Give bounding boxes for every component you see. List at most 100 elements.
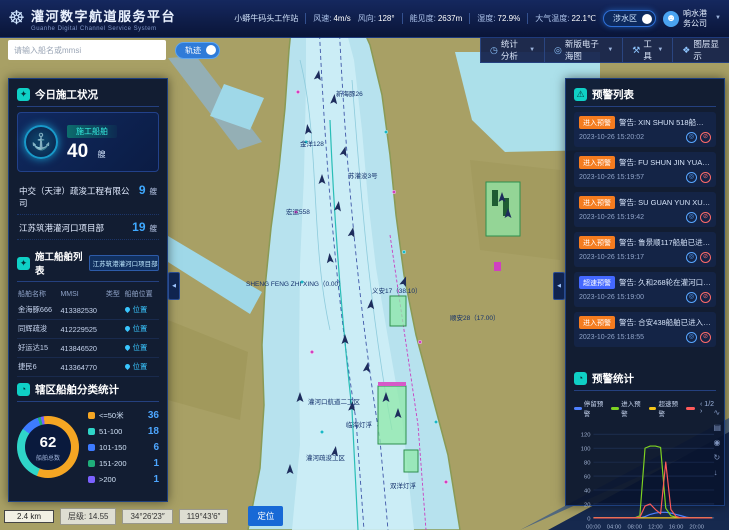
warning-message: 警告: XIN SHUN 518船舶已进入【灌河口锚地】 [619, 117, 711, 128]
menu-label: 统计分析 [501, 38, 526, 62]
warning-list-header: ⚠ 预警列表 [574, 84, 716, 107]
menu-item-2[interactable]: ◎新版电子海图▼ [544, 38, 622, 62]
chart-icon: ◎ [554, 45, 562, 56]
map-label: 新海豚26 [336, 89, 363, 98]
collapse-right-panel[interactable]: ◀ [553, 272, 565, 300]
dismiss-warning-icon[interactable]: ⊘ [700, 212, 711, 223]
warning-message: 警告: 鲁景顺117船舶已进入施工警戒区域 [619, 237, 711, 248]
warning-item[interactable]: 进入预警警告: FU SHUN JIN YUAN船舶已进入【灌河口锚地】2023… [574, 152, 716, 187]
table-row[interactable]: 同辉疏浚412229525位置 [17, 320, 159, 339]
dismiss-warning-icon[interactable]: ⊘ [700, 172, 711, 183]
project-filter-select[interactable]: 江苏筑港灌河口项目部 ∨ [89, 255, 159, 271]
ship-table: 船舶名称MMSI类型船舶位置 金海豚666413382530位置同辉疏浚4122… [17, 287, 159, 377]
warning-item[interactable]: 进入预警警告: 鲁景顺117船舶已进入施工警戒区域2023-10-26 15:1… [574, 232, 716, 267]
location-link[interactable]: 位置 [133, 305, 148, 314]
track-vessel-icon[interactable]: ◎ [686, 132, 697, 143]
warning-message: 警告: FU SHUN JIN YUAN船舶已进入【灌河口锚地】 [619, 157, 711, 168]
ship-location-cell[interactable]: 位置 [124, 377, 159, 378]
track-vessel-icon[interactable]: ◎ [686, 172, 697, 183]
map-label: 临海灯浮 [346, 420, 373, 429]
legend-label: 151-200 [99, 459, 127, 468]
dismiss-warning-icon[interactable]: ⊘ [700, 332, 711, 343]
user-menu[interactable]: ☻ 响水港务公司 ▼ [663, 9, 721, 27]
warning-item[interactable]: 进入预警警告: SU GUAN YUN XU0955船舶已进入【灌河口锚地】20… [574, 192, 716, 227]
construction-ship-count: 40 [67, 141, 88, 162]
warning-message: 警告: SU GUAN YUN XU0955船舶已进入【灌河口锚地】 [619, 197, 711, 208]
warning-badge: 进入预警 [579, 196, 615, 209]
ship-mmsi: 413363556 [59, 377, 104, 378]
table-row[interactable]: 金海豚666413382530位置 [17, 301, 159, 320]
track-vessel-icon[interactable]: ◎ [686, 252, 697, 263]
svg-text:08:00: 08:00 [627, 525, 642, 530]
chart-mark [494, 262, 501, 271]
restore-icon[interactable]: ↻ [713, 454, 721, 462]
ship-search-input[interactable] [8, 40, 166, 60]
chart-series-toggle[interactable]: 进入预警 [611, 398, 643, 418]
ship-location-cell[interactable]: 位置 [124, 339, 159, 358]
warning-message: 警告: 合安438船舶已进入【灌河口锚地】 [619, 317, 711, 328]
dismiss-warning-icon[interactable]: ⊘ [700, 252, 711, 263]
ship-type [105, 339, 124, 358]
menu-item-3[interactable]: ⚒工具▼ [622, 38, 672, 62]
table-row[interactable]: 好运达15413846520位置 [17, 339, 159, 358]
bar-chart-icon[interactable]: ▤ [713, 424, 721, 432]
warning-badge: 进入预警 [579, 316, 615, 329]
menu-item-1[interactable]: ◷统计分析▼ [480, 38, 544, 62]
ship-location-cell[interactable]: 位置 [124, 320, 159, 339]
map-label: 灌河口航道二工区 [308, 397, 361, 406]
location-link[interactable]: 位置 [133, 324, 148, 333]
track-toggle[interactable]: 轨迹 [175, 42, 220, 59]
track-vessel-icon[interactable]: ◎ [686, 212, 697, 223]
location-link[interactable]: 位置 [133, 362, 148, 371]
ship-location-cell[interactable]: 位置 [124, 301, 159, 320]
dismiss-warning-icon[interactable]: ⊘ [700, 132, 711, 143]
map-label: 义安17（38.10） [372, 286, 422, 295]
track-vessel-icon[interactable]: ◎ [686, 292, 697, 303]
dismiss-warning-icon[interactable]: ⊘ [700, 292, 711, 303]
ship-mmsi: 413364770 [59, 358, 104, 377]
chart-series-toggle[interactable] [686, 407, 695, 410]
legend-item: >2001 [88, 471, 159, 487]
location-pin-icon [124, 325, 131, 332]
table-row[interactable]: 捷民6413364770位置 [17, 358, 159, 377]
series-marker [649, 407, 657, 410]
ship-location-cell[interactable]: 位置 [124, 358, 159, 377]
svg-text:100: 100 [581, 447, 591, 453]
location-link[interactable]: 位置 [133, 343, 148, 352]
warning-stats-title: 预警统计 [592, 371, 634, 386]
legend-swatch [88, 476, 95, 483]
data-view-icon[interactable]: ◉ [713, 439, 721, 447]
download-icon[interactable]: ↓ [713, 469, 721, 477]
construction-stat-card: ⚓ 施工船舶 40 艘 [17, 112, 159, 172]
map-label: 灌河疏浚工区 [306, 453, 346, 462]
weather-item: 大气温度:22.1℃ [535, 13, 596, 24]
app-title: 灌河数字航道服务平台 [31, 6, 176, 25]
table-row[interactable]: 宏海浚668413363556位置 [17, 377, 159, 378]
legend-label: 101-150 [99, 443, 127, 452]
track-vessel-icon[interactable]: ◎ [686, 332, 697, 343]
company-stats: 中交（天津）疏浚工程有限公司9艘江苏筑港灌河口项目部19艘 [17, 178, 159, 240]
locate-button[interactable]: 定位 [248, 506, 283, 526]
svg-text:00:00: 00:00 [586, 525, 601, 530]
location-pin-icon [124, 363, 131, 370]
company-ship-count: 9 [139, 183, 146, 197]
total-ships-label: 船舶总数 [17, 453, 79, 462]
ship-list-header: ✦ 施工船舶列表 江苏筑港灌河口项目部 ∨ [17, 246, 159, 282]
collapse-left-panel[interactable]: ◀ [168, 272, 180, 300]
total-ships: 62 [17, 434, 79, 451]
company-name: 江苏筑港灌河口项目部 [19, 222, 128, 234]
menu-item-4[interactable]: ❖图层显示 [672, 38, 729, 62]
divider [402, 13, 403, 24]
warning-stats-chart: 02040608010012000:0004:0008:0012:0016:00… [574, 419, 718, 530]
chart-series-toggle[interactable]: 停留预警 [574, 398, 606, 418]
class-stats-header: ◔ 辖区船舶分类统计 [17, 379, 159, 402]
latitude-readout: 34°26′23″ [122, 509, 172, 524]
longitude-readout: 119°43′6″ [179, 509, 229, 524]
ship-type [105, 320, 124, 339]
warning-item[interactable]: 进入预警警告: XIN SHUN 518船舶已进入【灌河口锚地】2023-10-… [574, 112, 716, 147]
chart-series-toggle[interactable]: 超速预警 [649, 398, 681, 418]
warning-item[interactable]: 超速预警警告: 久和268轮在灌河口2万吨级航道超速行驶2023-10-26 1… [574, 272, 716, 307]
warning-item[interactable]: 进入预警警告: 合安438船舶已进入【灌河口锚地】2023-10-26 15:1… [574, 312, 716, 347]
zone-toggle[interactable]: 涉水区 [603, 10, 656, 27]
line-chart-icon[interactable]: ∿ [713, 409, 721, 417]
